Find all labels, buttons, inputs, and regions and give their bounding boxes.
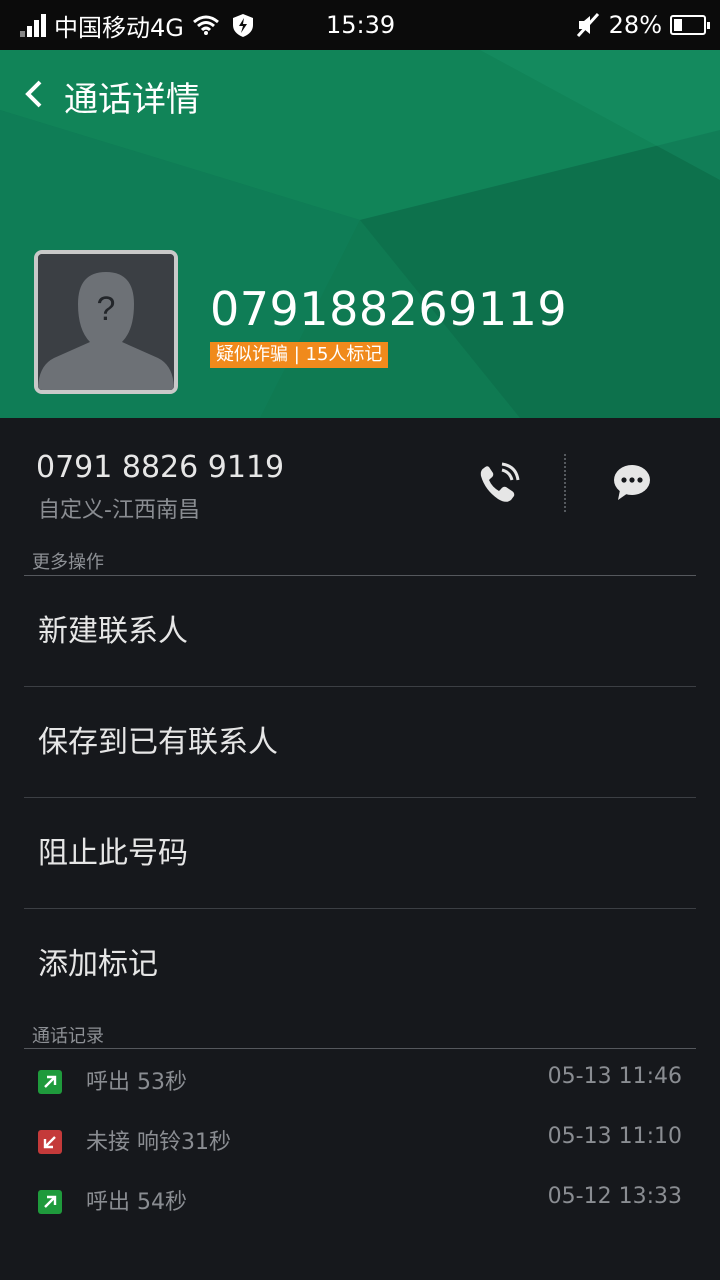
call-log-time: 05-12 13:33 [547,1184,682,1209]
svg-text:?: ? [97,290,116,328]
more-actions-label: 更多操作 [32,552,104,573]
wifi-icon [192,15,219,35]
call-log-row[interactable]: 呼出 53秒 05-13 11:46 [0,1052,720,1112]
clock: 15:39 [326,11,396,39]
battery-icon [670,15,710,35]
add-tag-button[interactable]: 添加标记 [24,909,696,1020]
call-log-text: 呼出 54秒 [86,1190,187,1215]
call-log-row[interactable]: 未接 响铃31秒 05-13 11:10 [0,1112,720,1172]
battery-percent: 28% [608,11,662,39]
missed-call-icon [38,1130,62,1154]
section-divider [24,1048,696,1049]
call-log-label: 通话记录 [32,1026,104,1047]
status-left: 中国移动4G [20,10,256,42]
new-contact-button[interactable]: 新建联系人 [24,576,696,687]
battery-level [674,19,682,31]
divider [564,454,566,512]
outgoing-call-icon [38,1190,62,1214]
call-button[interactable] [476,462,520,506]
call-log-time: 05-13 11:46 [547,1064,682,1089]
message-button[interactable] [612,462,652,502]
signal-icon [20,13,48,37]
call-log-text: 未接 响铃31秒 [86,1130,231,1155]
outgoing-call-icon [38,1070,62,1094]
contact-header: 通话详情 ? 079188269119 疑似诈骗 | 15人标记 [0,50,720,418]
fraud-tag: 疑似诈骗 | 15人标记 [210,342,389,368]
number-location: 自定义-江西南昌 [38,498,200,523]
status-bar: 中国移动4G 15:39 28% [0,0,720,50]
call-log-text: 呼出 53秒 [86,1070,187,1095]
block-number-button[interactable]: 阻止此号码 [24,798,696,909]
carrier-label: 中国移动4G [54,13,184,42]
formatted-number: 0791 8826 9119 [36,450,285,485]
number-row: 0791 8826 9119 自定义-江西南昌 [0,418,720,538]
call-log-row[interactable]: 呼出 54秒 05-12 13:33 [0,1172,720,1232]
header-phone-number: 079188269119 [210,282,568,336]
avatar: ? [34,250,178,394]
page-title: 通话详情 [64,80,200,120]
call-log-time: 05-13 11:10 [547,1124,682,1149]
shield-icon [232,14,253,37]
status-right: 28% [575,10,710,40]
unknown-person-icon: ? [38,254,174,390]
back-button[interactable] [20,76,50,112]
mute-icon [576,12,599,38]
save-to-existing-contact-button[interactable]: 保存到已有联系人 [24,687,696,798]
